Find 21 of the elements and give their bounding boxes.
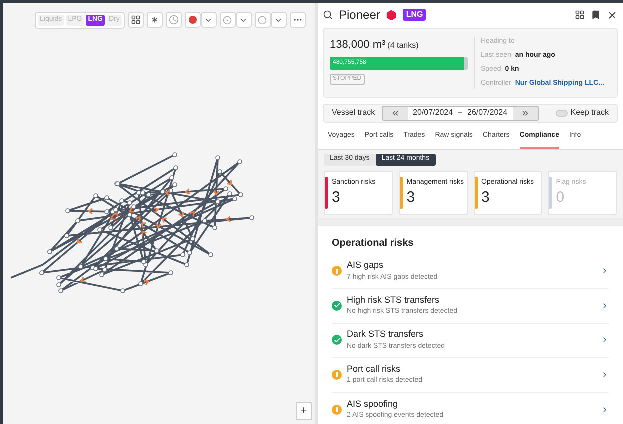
date-range-field[interactable]: 20/07/2024 – 26/07/2024 xyxy=(382,106,539,121)
risk-count: 3 xyxy=(482,188,491,208)
date-from: 20/07/2024 xyxy=(413,107,454,120)
risk-title: High risk STS transfers xyxy=(347,294,441,307)
type-badge: LNG xyxy=(403,9,426,22)
risk-count: 3 xyxy=(332,188,342,208)
vessel-name: Pioneer xyxy=(339,7,380,24)
risk-title: AIS spoofing xyxy=(347,398,400,411)
risk-title: Dark STS transfers xyxy=(347,328,425,342)
risk-title: AIS gaps xyxy=(347,259,385,272)
zoom-in-button[interactable]: + xyxy=(296,402,312,420)
track-label: Vessel track xyxy=(332,107,376,120)
date-separator: – xyxy=(458,107,462,120)
capacity-value: 138,000 m³ xyxy=(330,38,386,53)
section-title: Operational risks xyxy=(332,236,415,250)
risk-title: Port call risks xyxy=(347,362,402,376)
keep-track-label: Keep track xyxy=(570,107,609,120)
date-to: 26/07/2024 xyxy=(468,107,508,120)
risk-count: 0 xyxy=(556,188,566,208)
risk-count: 3 xyxy=(406,188,416,208)
tank-count: (4 tanks) xyxy=(388,40,419,52)
